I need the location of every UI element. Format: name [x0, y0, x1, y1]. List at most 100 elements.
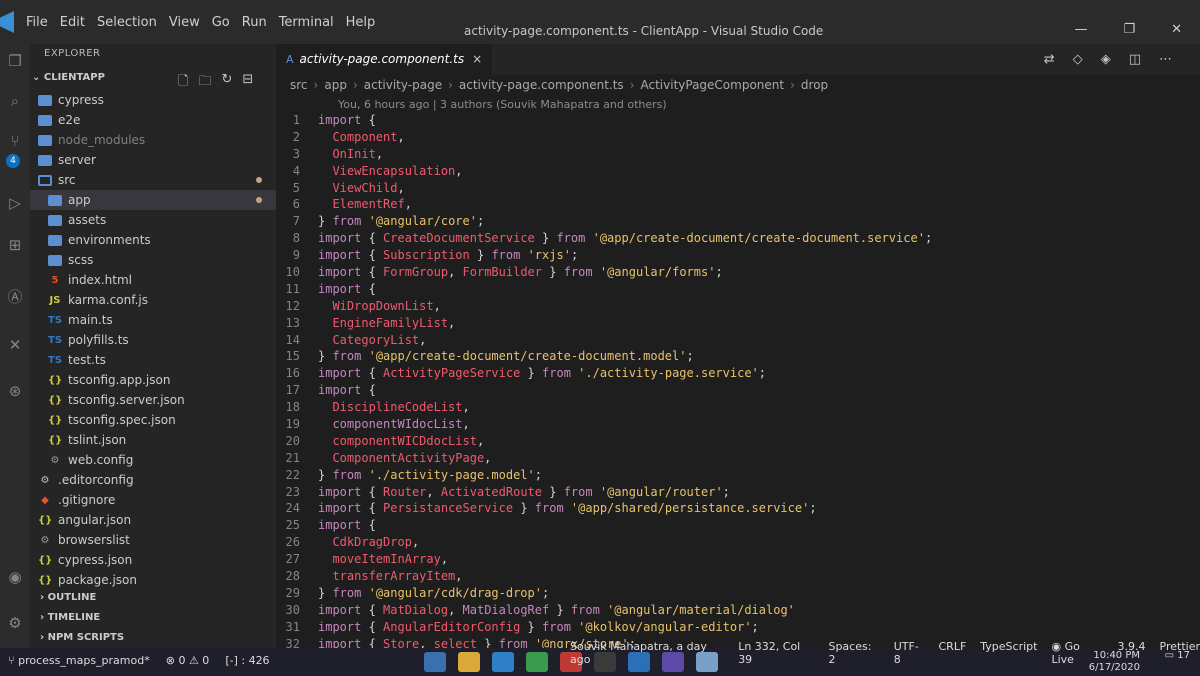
extensions-icon[interactable]: ⊞ — [6, 236, 24, 254]
code-line: 2 Component, — [276, 129, 1200, 146]
breadcrumb-item[interactable]: src — [290, 78, 308, 92]
menu-view[interactable]: View — [163, 15, 206, 30]
file-explorer-icon[interactable] — [458, 652, 480, 672]
taskbar-app-icon[interactable] — [424, 652, 446, 672]
file-item[interactable]: 5 index.html — [30, 270, 276, 290]
menu-help[interactable]: Help — [340, 15, 382, 30]
line-number: 17 — [285, 383, 300, 398]
angular-icon[interactable]: Ⓐ — [6, 288, 24, 306]
code-text: ViewChild, — [318, 180, 404, 197]
tree-item-label: src — [58, 173, 76, 187]
folder-item[interactable]: environments — [30, 230, 276, 250]
remote-icon[interactable]: ✕ — [6, 336, 24, 354]
code-text: import { Router, ActivatedRoute } from '… — [318, 484, 730, 501]
json-file-icon: {} — [38, 514, 53, 526]
code-text: CategoryList, — [318, 332, 426, 349]
outline-section[interactable]: › OUTLINE — [40, 592, 96, 603]
system-clock[interactable]: 10:40 PM 6/17/2020 — [1089, 650, 1140, 674]
folder-item[interactable]: app — [30, 190, 276, 210]
menu-edit[interactable]: Edit — [54, 15, 91, 30]
minimize-button[interactable]: — — [1074, 22, 1087, 37]
settings-gear-icon[interactable]: ⚙ — [6, 614, 24, 632]
breadcrumb-item[interactable]: ActivityPageComponent — [641, 78, 785, 92]
file-item[interactable]: JS karma.conf.js — [30, 290, 276, 310]
file-item[interactable]: TS polyfills.ts — [30, 330, 276, 350]
file-item[interactable]: {} tsconfig.app.json — [30, 370, 276, 390]
chevron-right-icon: › — [40, 592, 48, 603]
file-item[interactable]: ⚙ web.config — [30, 450, 276, 470]
git-blame-codelens[interactable]: You, 6 hours ago | 3 authors (Souvik Mah… — [338, 98, 667, 111]
code-token: ; — [541, 585, 550, 600]
tree-item-label: main.ts — [68, 313, 113, 327]
code-editor[interactable]: 1 import {2 Component, 3 OnInit, 4 ViewEnca… — [276, 112, 1200, 653]
folder-item[interactable]: e2e — [30, 110, 276, 130]
problems-status[interactable]: ⊗ 0 ⚠ 0 — [166, 654, 210, 667]
file-item[interactable]: {} angular.json — [30, 510, 276, 530]
code-token: '@kolkov/angular-editor' — [578, 619, 752, 634]
breadcrumb-item[interactable]: activity-page — [364, 78, 442, 92]
git-blame-status[interactable]: Souvik Mahapatra, a day ago — [570, 640, 724, 666]
code-token: CategoryList — [332, 332, 420, 347]
workspace-section-header[interactable]: ⌄ CLIENTAPP — [32, 72, 105, 83]
line-count-status[interactable]: [-] : 426 — [225, 654, 269, 667]
eol-status[interactable]: CRLF — [939, 640, 967, 666]
tab-activity-page-component[interactable]: A activity-page.component.ts × — [276, 44, 493, 74]
split-editor-icon[interactable]: ◫ — [1129, 52, 1141, 67]
menu-selection[interactable]: Selection — [91, 15, 163, 30]
file-item[interactable]: {} tsconfig.spec.json — [30, 410, 276, 430]
file-item[interactable]: {} tsconfig.server.json — [30, 390, 276, 410]
code-text: import { — [318, 382, 376, 399]
edge-icon[interactable] — [492, 652, 514, 672]
breadcrumb-item[interactable]: drop — [801, 78, 828, 92]
menu-run[interactable]: Run — [236, 15, 273, 30]
indentation-status[interactable]: Spaces: 2 — [828, 640, 879, 666]
code-text: WiDropDownList, — [318, 298, 440, 315]
folder-item[interactable]: src — [30, 170, 276, 190]
language-mode-status[interactable]: TypeScript — [980, 640, 1037, 666]
git-branch-status[interactable]: ⑂ process_maps_pramod* — [8, 654, 150, 667]
file-item[interactable]: {} tslint.json — [30, 430, 276, 450]
menu-terminal[interactable]: Terminal — [273, 15, 340, 30]
code-token: transferArrayItem — [332, 569, 456, 584]
toggle-panel-icon[interactable]: ◈ — [1101, 52, 1111, 67]
account-icon[interactable]: ◉ — [6, 568, 24, 586]
files-icon[interactable]: ❐ — [6, 52, 24, 70]
folder-item[interactable]: scss — [30, 250, 276, 270]
menu-go[interactable]: Go — [206, 15, 236, 30]
file-item[interactable]: {} cypress.json — [30, 550, 276, 570]
npm-scripts-section[interactable]: › NPM SCRIPTS — [40, 632, 124, 643]
encoding-status[interactable]: UTF-8 — [894, 640, 925, 666]
file-item[interactable]: ⚙ browserslist — [30, 530, 276, 550]
live-share-icon[interactable]: ◇ — [1073, 52, 1083, 67]
timeline-section[interactable]: › TIMELINE — [40, 612, 100, 623]
code-token: import — [318, 265, 362, 280]
notification-center[interactable]: ▭ 17 — [1165, 650, 1190, 662]
code-token: CreateDocumentService — [383, 231, 535, 246]
maximize-button[interactable]: ❐ — [1123, 22, 1135, 37]
file-item[interactable]: {} package.json — [30, 570, 276, 590]
source-control-icon[interactable]: ⑂ — [6, 132, 24, 150]
search-icon[interactable]: ⌕ — [6, 92, 24, 110]
folder-item[interactable]: node_modules — [30, 130, 276, 150]
file-item[interactable]: ◆ .gitignore — [30, 490, 276, 510]
close-tab-icon[interactable]: × — [472, 52, 482, 66]
breadcrumb-item[interactable]: app — [324, 78, 347, 92]
git-icon[interactable] — [526, 652, 548, 672]
more-actions-icon[interactable]: ⋯ — [1159, 52, 1172, 67]
breadcrumb-item[interactable]: activity-page.component.ts — [459, 78, 624, 92]
file-item[interactable]: TS main.ts — [30, 310, 276, 330]
folder-item[interactable]: cypress — [30, 90, 276, 110]
folder-item[interactable]: assets — [30, 210, 276, 230]
file-item[interactable]: TS test.ts — [30, 350, 276, 370]
run-debug-icon[interactable]: ▷ — [6, 194, 24, 212]
folder-item[interactable]: server — [30, 150, 276, 170]
git-graph-icon[interactable]: ⊛ — [6, 382, 24, 400]
file-item[interactable]: ⚙ .editorconfig — [30, 470, 276, 490]
cursor-position-status[interactable]: Ln 332, Col 39 — [738, 640, 814, 666]
compare-changes-icon[interactable]: ⇄ — [1044, 52, 1055, 67]
menu-file[interactable]: File — [20, 15, 54, 30]
close-window-button[interactable]: ✕ — [1171, 22, 1182, 37]
